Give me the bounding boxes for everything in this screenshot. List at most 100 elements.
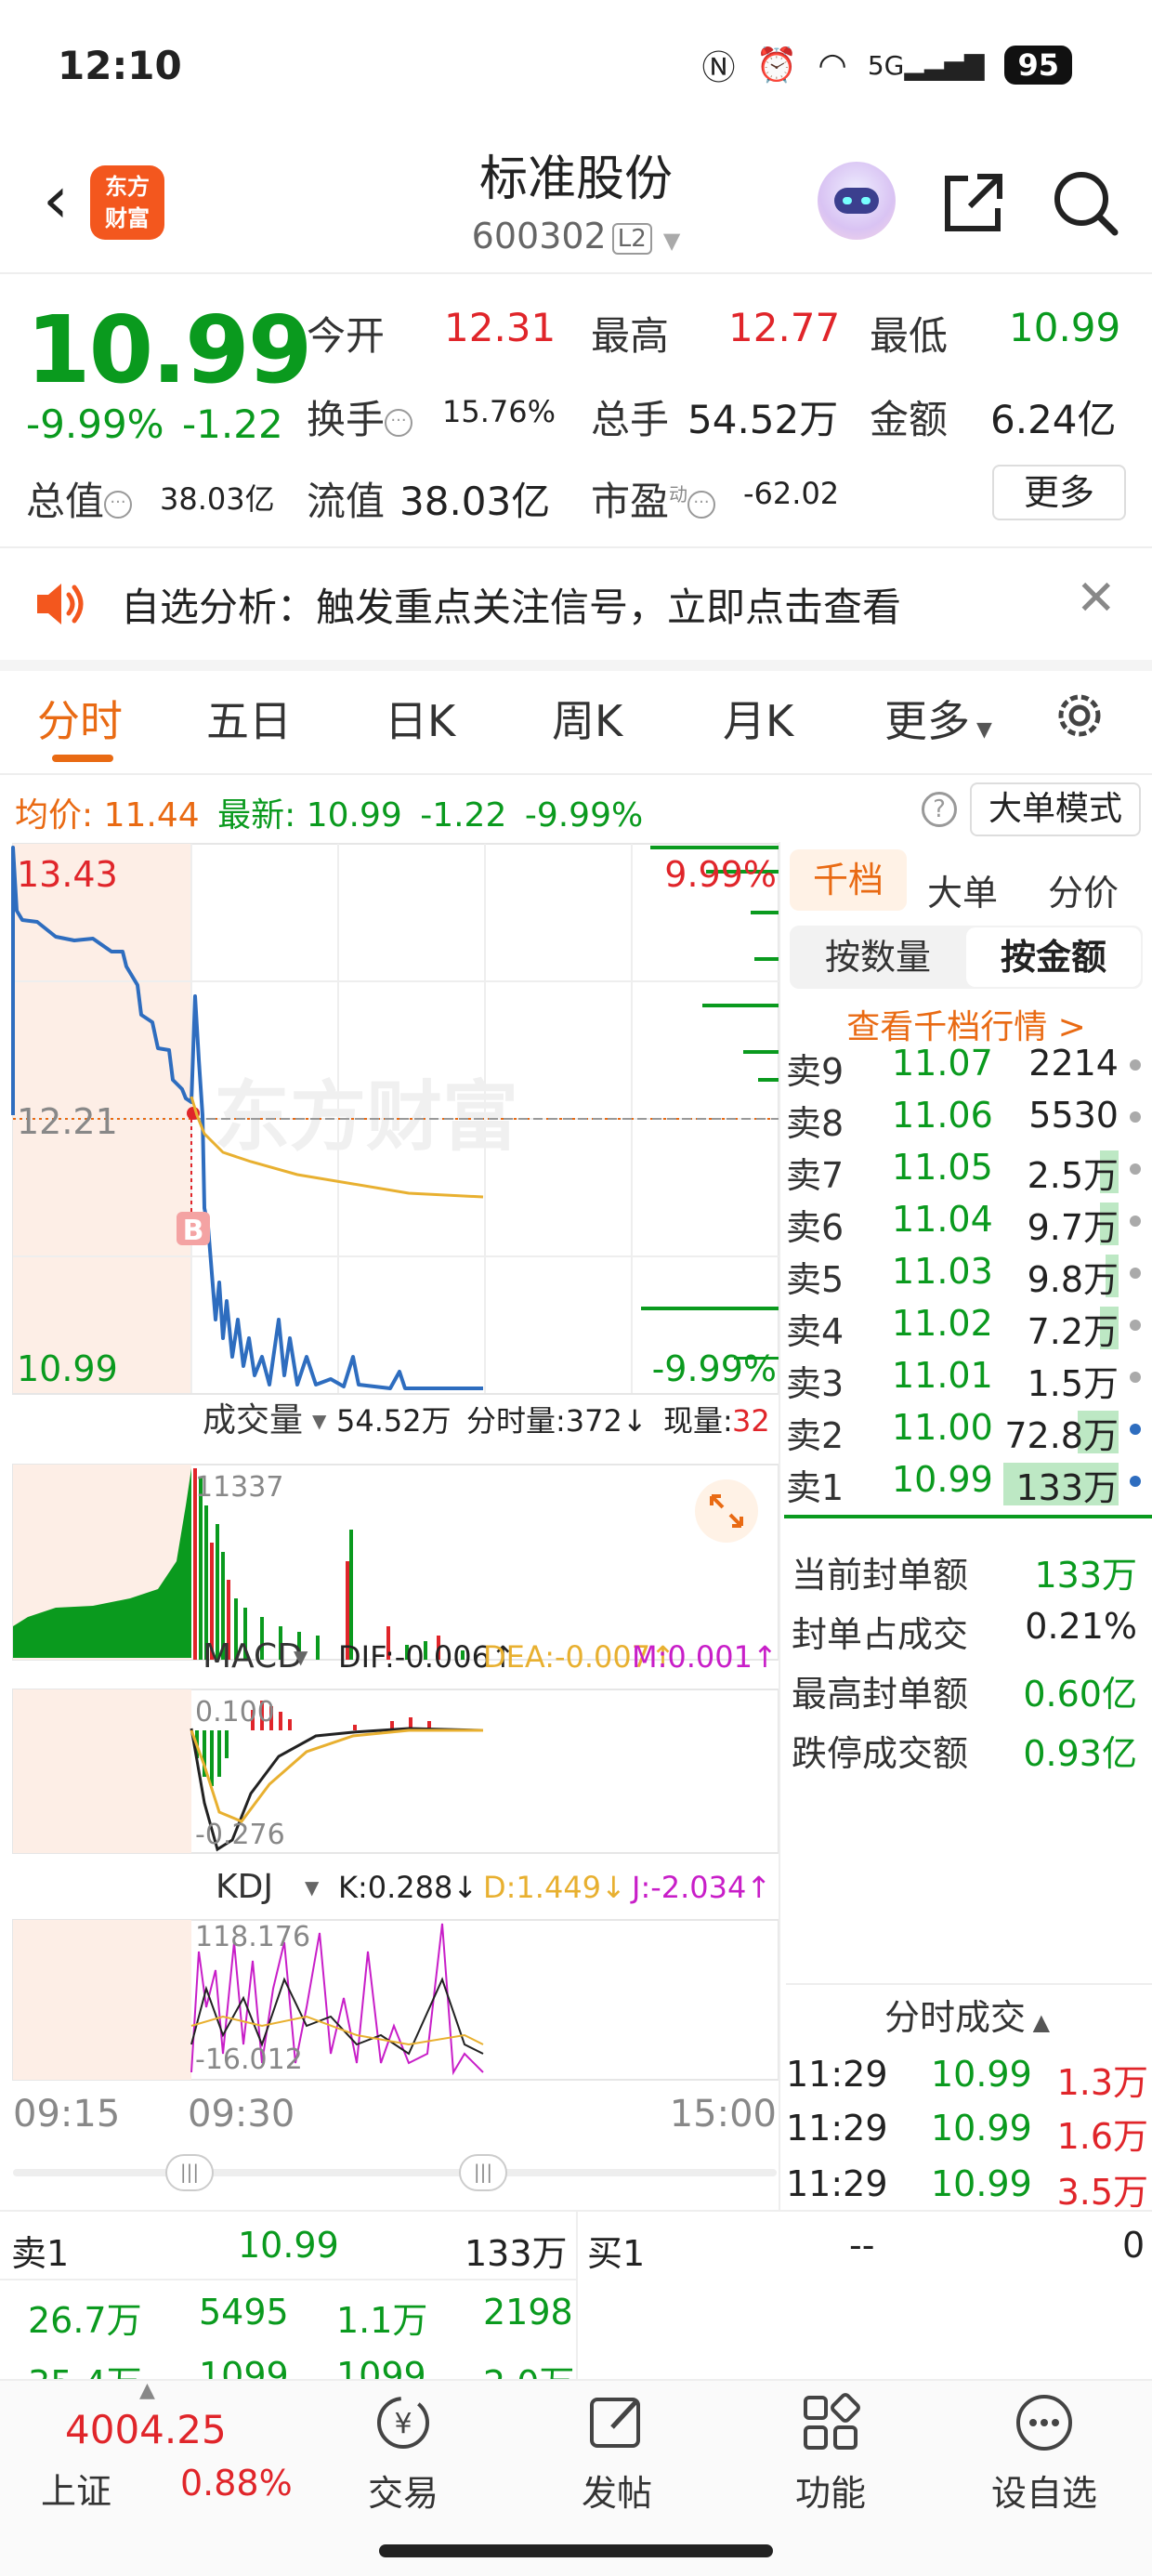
tab-more[interactable]: 更多 ▼ [884, 688, 992, 749]
share-icon[interactable] [936, 165, 1011, 240]
time-start-label: 09:15 [13, 2093, 120, 2136]
tab-five-day[interactable]: 五日 [206, 688, 292, 749]
open-value: 12.31 [444, 305, 556, 350]
stock-name: 标准股份 [478, 151, 673, 207]
expand-icon [695, 1479, 758, 1543]
ticks-title[interactable]: 分时成交 ▲ [884, 1989, 1050, 2040]
tab-qiandang[interactable]: 千档 [790, 849, 907, 911]
tab-monthly-k[interactable]: 月K [723, 688, 793, 749]
order-book-volume: 72.8万 [1004, 1415, 1119, 1456]
wifi-icon: ◠ [818, 46, 847, 85]
tab-price-dist[interactable]: 分价 [1048, 864, 1119, 915]
order-book-row[interactable]: 卖8 11.06 5530 [784, 1091, 1152, 1144]
order-book-price: 10.99 [892, 1459, 993, 1500]
ai-assistant-icon[interactable] [818, 162, 896, 240]
stock-code-selector[interactable]: 600302 L2 ▼ [418, 216, 734, 256]
amount-label: 金额 [870, 397, 949, 442]
order-book-divider [784, 1515, 1152, 1518]
order-book-volume: 2214 [1028, 1043, 1119, 1084]
status-dot-icon [1130, 1424, 1141, 1435]
order-book-row[interactable]: 卖4 11.02 7.2万 [784, 1299, 1152, 1352]
battery-icon: 95 [1004, 46, 1072, 85]
kdj-bottom-label: -16.012 [195, 2044, 303, 2076]
order-book-row[interactable]: 卖5 11.03 9.8万 [784, 1247, 1152, 1300]
low-value: 10.99 [1009, 305, 1121, 350]
order-book-volume: 7.2万 [1027, 1311, 1119, 1352]
index-value[interactable]: 4004.25 [65, 2407, 227, 2452]
price-bottom-label: 10.99 [17, 1348, 118, 1389]
mktcap-value: 38.03亿 [160, 481, 275, 517]
mktcap-label[interactable]: 总值 ··· [26, 470, 133, 527]
index-name[interactable]: 上证 [41, 2463, 111, 2514]
high-label: 最高 [591, 313, 670, 359]
banner-text[interactable]: 自选分析：触发重点关注信号，立即点击查看 [121, 576, 901, 633]
turnover-label[interactable]: 换手 ··· [307, 388, 413, 445]
depth-bars [641, 846, 779, 1360]
open-label: 今开 [307, 313, 386, 359]
kdj-j: J:-2.034↑ [630, 1870, 771, 1905]
order-book-volume: 133万 [1015, 1467, 1119, 1508]
info-icon: ··· [104, 490, 133, 519]
range-slider-track[interactable] [13, 2169, 777, 2176]
order-book-row[interactable]: 卖6 11.04 9.7万 [784, 1195, 1152, 1248]
intraday-chart[interactable]: 东方财富 13.43 12.21 10.99 9.99% -9.99% B 成交… [0, 836, 780, 2137]
float-label: 流值 [307, 479, 386, 524]
tab-weekly-k[interactable]: 周K [552, 688, 622, 749]
sell1-volume: 133万 [465, 2233, 568, 2274]
help-icon[interactable]: ? [922, 792, 957, 827]
tab-big-order[interactable]: 大单 [927, 864, 998, 915]
range-slider-handle-left[interactable]: ||| [165, 2154, 214, 2191]
app-logo[interactable]: 东方 财富 [90, 165, 164, 240]
chevron-down-icon: ▼ [312, 1410, 327, 1432]
order-book-row[interactable]: 卖3 11.01 1.5万 [784, 1351, 1152, 1404]
edit-icon [590, 2398, 640, 2448]
pct-top-label: 9.99% [664, 854, 777, 895]
gear-icon[interactable] [1050, 686, 1109, 745]
info-icon: ··· [385, 408, 413, 437]
status-dot-icon [1130, 1268, 1141, 1279]
tab-daily-k[interactable]: 日K [385, 688, 455, 749]
order-book-row[interactable]: 卖2 11.00 72.8万 [784, 1403, 1152, 1456]
order-book-volume: 2.5万 [1027, 1155, 1119, 1196]
header-divider [0, 272, 1152, 274]
order-book-volume: 1.5万 [1027, 1363, 1119, 1404]
chevron-up-icon[interactable]: ▲ [139, 2379, 155, 2402]
status-dot-icon [1130, 1320, 1141, 1331]
order-book-row[interactable]: 卖9 11.07 2214 [784, 1039, 1152, 1092]
pct-bottom-label: -9.99% [652, 1348, 777, 1389]
nav-post[interactable]: 发帖 [533, 2390, 700, 2516]
more-dots-icon [1016, 2395, 1072, 2451]
tab-fenshi[interactable]: 分时 [37, 688, 123, 749]
close-icon[interactable]: ✕ [1076, 571, 1117, 626]
seg-by-amount[interactable]: 按金额 [966, 927, 1141, 987]
order-book-row[interactable]: 卖7 11.05 2.5万 [784, 1143, 1152, 1196]
kdj-top-label: 118.176 [195, 1921, 310, 1953]
nav-add-watchlist[interactable]: 设自选 [961, 2390, 1128, 2516]
order-book-price: 11.01 [892, 1355, 993, 1396]
search-icon[interactable] [1048, 165, 1122, 240]
macd-bars-red [251, 1701, 431, 1730]
chevron-down-icon: ▼ [305, 1876, 320, 1899]
macd-bottom-label: -0.276 [195, 1819, 285, 1851]
sell1-label: 卖1 [11, 2233, 70, 2274]
divider [0, 773, 1152, 775]
index-percent[interactable]: 0.88% [180, 2463, 293, 2504]
order-book-label: 卖3 [786, 1363, 844, 1404]
seg-by-quantity[interactable]: 按数量 [790, 926, 966, 989]
kdj-indicator-selector: KDJ [216, 1868, 273, 1906]
pe-label[interactable]: 市盈动 ··· [591, 470, 716, 527]
trade-icon: ¥ [377, 2397, 429, 2449]
kdj-k-line [190, 1977, 484, 2056]
alarm-icon: ⏰ [755, 46, 798, 85]
nav-trade[interactable]: ¥ 交易 [320, 2390, 487, 2516]
range-slider-handle-right[interactable]: ||| [459, 2154, 507, 2191]
order-book-row[interactable]: 卖1 10.99 133万 [784, 1455, 1152, 1508]
nav-functions[interactable]: 功能 [747, 2390, 914, 2516]
back-button[interactable]: ‹ [19, 158, 93, 242]
home-indicator[interactable] [379, 2544, 773, 2557]
volume-total: 54.52万 [336, 1403, 452, 1439]
signal-icon: 5G▂▃▅▇ [867, 49, 985, 81]
order-book-price: 11.04 [892, 1199, 993, 1240]
more-button[interactable]: 更多 [992, 465, 1126, 520]
big-order-mode-button[interactable]: 大单模式 [970, 782, 1141, 836]
